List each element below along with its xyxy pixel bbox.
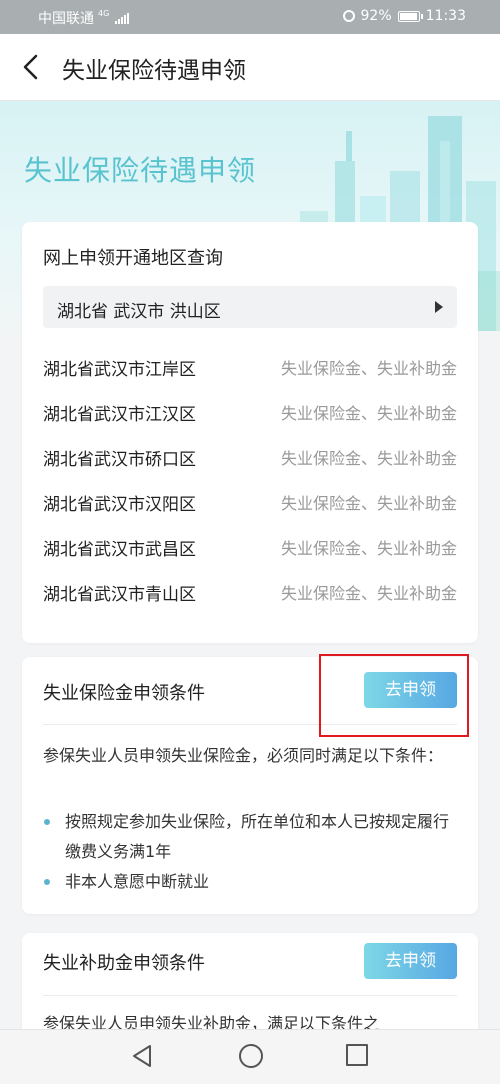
nav-home-circle-icon[interactable]	[239, 1044, 263, 1068]
back-arrow-icon[interactable]	[18, 52, 46, 82]
network-type: 4G	[98, 8, 110, 18]
alarm-icon	[342, 10, 355, 22]
region-name: 湖北省武汉市武昌区	[43, 540, 196, 560]
conditions-list: 按照规定参加失业保险，所在单位和本人已按规定履行缴费义务满1年 非本人意愿中断就…	[43, 807, 458, 897]
carrier-label: 中国联通	[38, 11, 94, 27]
list-item[interactable]: 湖北省武汉市硚口区 失业保险金、失业补助金	[43, 443, 457, 488]
hero-title: 失业保险待遇申领	[24, 154, 257, 187]
region-services: 失业保险金、失业补助金	[280, 539, 457, 558]
clock: 11:33	[425, 8, 466, 24]
nav-back-triangle-icon[interactable]	[130, 1044, 154, 1068]
condition-item: 按照规定参加失业保险，所在单位和本人已按规定履行缴费义务满1年	[43, 807, 458, 867]
list-item[interactable]: 湖北省武汉市江岸区 失业保险金、失业补助金	[43, 353, 457, 398]
signal-icon	[115, 12, 130, 24]
highlight-box	[319, 654, 469, 737]
list-item[interactable]: 湖北省武汉市江汉区 失业保险金、失业补助金	[43, 398, 457, 443]
region-name: 湖北省武汉市汉阳区	[43, 495, 196, 515]
insurance-conditions-description: 参保失业人员申领失业保险金，必须同时满足以下条件：	[43, 746, 444, 765]
nav-bar: 失业保险待遇申领	[0, 34, 500, 101]
region-selector[interactable]: 湖北省 武汉市 洪山区	[43, 286, 457, 328]
status-bar: 中国联通 4G 92% 11:33	[0, 0, 500, 34]
region-services: 失业保险金、失业补助金	[280, 584, 457, 603]
list-item[interactable]: 湖北省武汉市汉阳区 失业保险金、失业补助金	[43, 488, 457, 533]
divider	[43, 995, 457, 996]
dropdown-caret-icon	[435, 301, 443, 313]
region-lookup-title: 网上申领开通地区查询	[43, 248, 223, 269]
list-item[interactable]: 湖北省武汉市武昌区 失业保险金、失业补助金	[43, 533, 457, 578]
region-name: 湖北省武汉市青山区	[43, 585, 196, 605]
region-lookup-card: 网上申领开通地区查询 湖北省 武汉市 洪山区 湖北省武汉市江岸区 失业保险金、失…	[22, 222, 478, 643]
system-nav-bar	[0, 1029, 500, 1084]
region-list: 湖北省武汉市江岸区 失业保险金、失业补助金 湖北省武汉市江汉区 失业保险金、失业…	[43, 353, 457, 623]
region-services: 失业保险金、失业补助金	[280, 449, 457, 468]
condition-item: 非本人意愿中断就业	[43, 867, 458, 897]
region-services: 失业保险金、失业补助金	[280, 494, 457, 513]
battery-icon	[397, 10, 423, 22]
list-item[interactable]: 湖北省武汉市青山区 失业保险金、失业补助金	[43, 578, 457, 623]
page-title: 失业保险待遇申领	[62, 58, 246, 84]
region-name: 湖北省武汉市江汉区	[43, 405, 196, 425]
nav-recent-square-icon[interactable]	[346, 1044, 368, 1066]
region-name: 湖北省武汉市江岸区	[43, 360, 196, 380]
region-services: 失业保险金、失业补助金	[280, 359, 457, 378]
subsidy-conditions-title: 失业补助金申领条件	[43, 953, 205, 974]
region-name: 湖北省武汉市硚口区	[43, 450, 196, 470]
insurance-conditions-title: 失业保险金申领条件	[43, 683, 205, 704]
apply-subsidy-button[interactable]: 去申领	[364, 943, 457, 979]
battery-percent: 92%	[360, 8, 392, 24]
region-selector-value: 湖北省 武汉市 洪山区	[57, 302, 221, 322]
region-services: 失业保险金、失业补助金	[280, 404, 457, 423]
